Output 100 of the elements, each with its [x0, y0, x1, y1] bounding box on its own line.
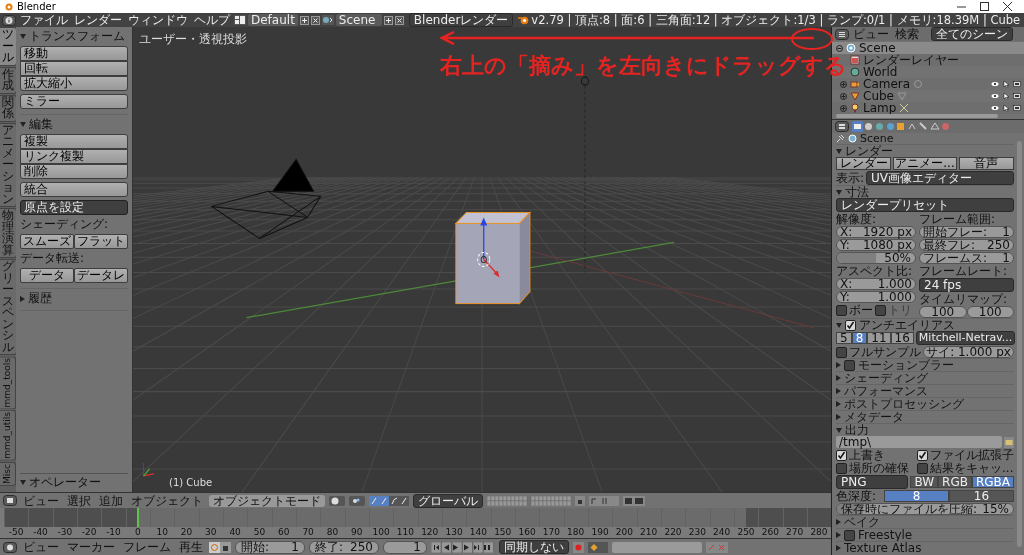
outliner-item[interactable]: Cube	[863, 90, 894, 102]
mode-dropdown[interactable]: オブジェクトモード	[209, 494, 325, 507]
editor-type-icon[interactable]	[3, 541, 17, 553]
menu-item[interactable]: 追加	[97, 493, 125, 508]
panel-title[interactable]: ベイク	[844, 516, 880, 528]
panel-title[interactable]: 出力	[845, 424, 869, 436]
panel-title[interactable]: Freestyle	[858, 529, 913, 541]
lock-icon[interactable]	[575, 495, 585, 506]
menu-item[interactable]: ビュー	[851, 27, 891, 41]
panel-title[interactable]: アンチエイリアス	[859, 319, 955, 331]
renderability-icon[interactable]	[1013, 92, 1021, 100]
checkbox[interactable]	[836, 346, 847, 358]
tool-tab[interactable]: mmd_utils	[0, 410, 16, 462]
panel-title[interactable]: レンダー	[845, 145, 893, 157]
visibility-icon[interactable]	[991, 92, 999, 100]
number-field[interactable]: 最終フレ: 250	[919, 239, 1014, 251]
percent-slider[interactable]: 50%	[836, 252, 916, 264]
close-icon[interactable]	[310, 15, 320, 25]
editor-type-icon[interactable]	[835, 121, 849, 132]
layout-icon[interactable]	[234, 15, 246, 25]
expand-toggle[interactable]	[840, 92, 847, 100]
expand-toggle[interactable]	[840, 80, 847, 88]
display-dropdown[interactable]: UV画像エディター	[866, 171, 1014, 185]
editor-type-icon[interactable]	[835, 28, 849, 40]
sample-count-toggle[interactable]: 5	[836, 332, 852, 344]
scene-icon[interactable]	[321, 15, 334, 25]
visibility-icon[interactable]	[991, 104, 999, 112]
tool-tab[interactable]: アニメーション	[0, 122, 17, 207]
maximize-icon[interactable]	[980, 2, 989, 11]
tool-button[interactable]: フラット	[74, 234, 128, 249]
disclosure-icon[interactable]	[836, 545, 841, 551]
panel-title[interactable]: 編集	[29, 118, 53, 131]
menu-item[interactable]: レンダー	[72, 13, 124, 27]
color-mode-toggle[interactable]: BW	[910, 476, 939, 488]
tool-tab[interactable]: mmd_tools	[0, 356, 16, 410]
add-icon[interactable]	[299, 15, 309, 25]
sync-dropdown[interactable]: 同期しない	[499, 540, 569, 554]
menu-item[interactable]: フレーム	[121, 540, 173, 554]
orientation-dropdown[interactable]: グローバル	[413, 493, 483, 508]
render-button[interactable]: アニメー...	[893, 157, 957, 170]
panel-title[interactable]: メタデータ	[844, 411, 904, 423]
display-mode-dropdown[interactable]: 全てのシーン	[931, 27, 1013, 41]
current-frame-field[interactable]: 1	[383, 540, 427, 554]
menu-item[interactable]: オブジェクト	[129, 493, 205, 508]
checkbox[interactable]	[875, 304, 886, 316]
layers-icon[interactable]	[487, 495, 571, 506]
scene-field[interactable]: Scene	[335, 14, 382, 26]
filter-dropdown[interactable]: Mitchell-Netrav...	[915, 331, 1016, 345]
checkbox[interactable]	[844, 359, 855, 371]
color-depth-toggle[interactable]: 8	[884, 490, 949, 502]
panel-title[interactable]: トランスフォーム	[29, 30, 125, 43]
playhead[interactable]	[136, 508, 139, 527]
renderability-icon[interactable]	[1013, 104, 1021, 112]
tool-button[interactable]: 移動	[20, 46, 128, 61]
expand-toggle[interactable]	[840, 104, 847, 112]
disclosure-icon[interactable]	[836, 519, 841, 525]
visibility-icon[interactable]	[991, 80, 999, 88]
tool-button[interactable]: スムーズ	[20, 234, 74, 249]
render-button[interactable]: 音声	[958, 157, 1014, 170]
keying-set-field[interactable]	[612, 541, 702, 553]
panel-title[interactable]: シェーディング	[844, 372, 928, 384]
tool-button[interactable]: ミラー	[20, 94, 128, 109]
menu-item[interactable]: ヘルプ	[192, 13, 232, 27]
pivot-icon[interactable]	[349, 495, 365, 506]
file-format-dropdown[interactable]: PNG	[836, 475, 909, 489]
panel-title[interactable]: パフォーマンス	[844, 385, 928, 397]
timeline-track[interactable]: -50 -40 -30 -20 -10 0 10 20 30 40 50 60 70 80 90 100 110 120 130 140 150 160 170 180 190 200 210 220 230 240 250 260 270 280	[0, 508, 831, 538]
tool-button[interactable]: 複製	[20, 134, 128, 149]
panel-title[interactable]: モーションブラー	[858, 359, 954, 371]
disclosure-icon[interactable]	[20, 295, 25, 302]
tool-button[interactable]: 統合	[20, 182, 128, 197]
disclosure-icon[interactable]	[836, 375, 841, 381]
size-field[interactable]: サイ: 1.000 px	[923, 346, 1014, 358]
sample-count-toggle[interactable]: 11	[867, 332, 891, 344]
checkbox[interactable]	[836, 304, 847, 316]
number-field[interactable]: 100	[966, 306, 1014, 318]
start-frame-field[interactable]: 開始: 1	[235, 540, 305, 554]
tool-tab[interactable]: 作成	[0, 66, 17, 94]
folder-icon[interactable]	[1004, 436, 1014, 448]
layout-field[interactable]: Default	[248, 14, 298, 26]
close-icon[interactable]	[394, 15, 404, 25]
playback-controls-icon[interactable]	[431, 541, 495, 553]
renderability-icon[interactable]	[1013, 80, 1021, 88]
close-icon[interactable]	[1003, 2, 1012, 11]
menu-item[interactable]: 選択	[65, 493, 93, 508]
checkbox[interactable]	[917, 462, 928, 474]
frame-rate-dropdown[interactable]: 24 fps	[919, 278, 1014, 292]
tool-tab[interactable]: 関係	[0, 94, 17, 122]
preview-range-icon[interactable]	[209, 541, 231, 553]
output-path-field[interactable]: /tmp\	[836, 436, 1002, 448]
checkbox[interactable]	[917, 449, 928, 461]
disclosure-icon[interactable]	[836, 388, 841, 394]
tool-button[interactable]: 拡大縮小	[20, 76, 128, 91]
add-icon[interactable]	[383, 15, 393, 25]
number-field[interactable]: Y: 1080 px	[836, 239, 916, 251]
disclosure-icon[interactable]	[20, 122, 26, 127]
shading-icon[interactable]	[329, 495, 345, 506]
panel-title[interactable]: Texture Atlas	[844, 542, 922, 554]
sample-count-toggle[interactable]: 16	[890, 332, 914, 344]
color-mode-toggle[interactable]: RGBA	[971, 476, 1014, 488]
